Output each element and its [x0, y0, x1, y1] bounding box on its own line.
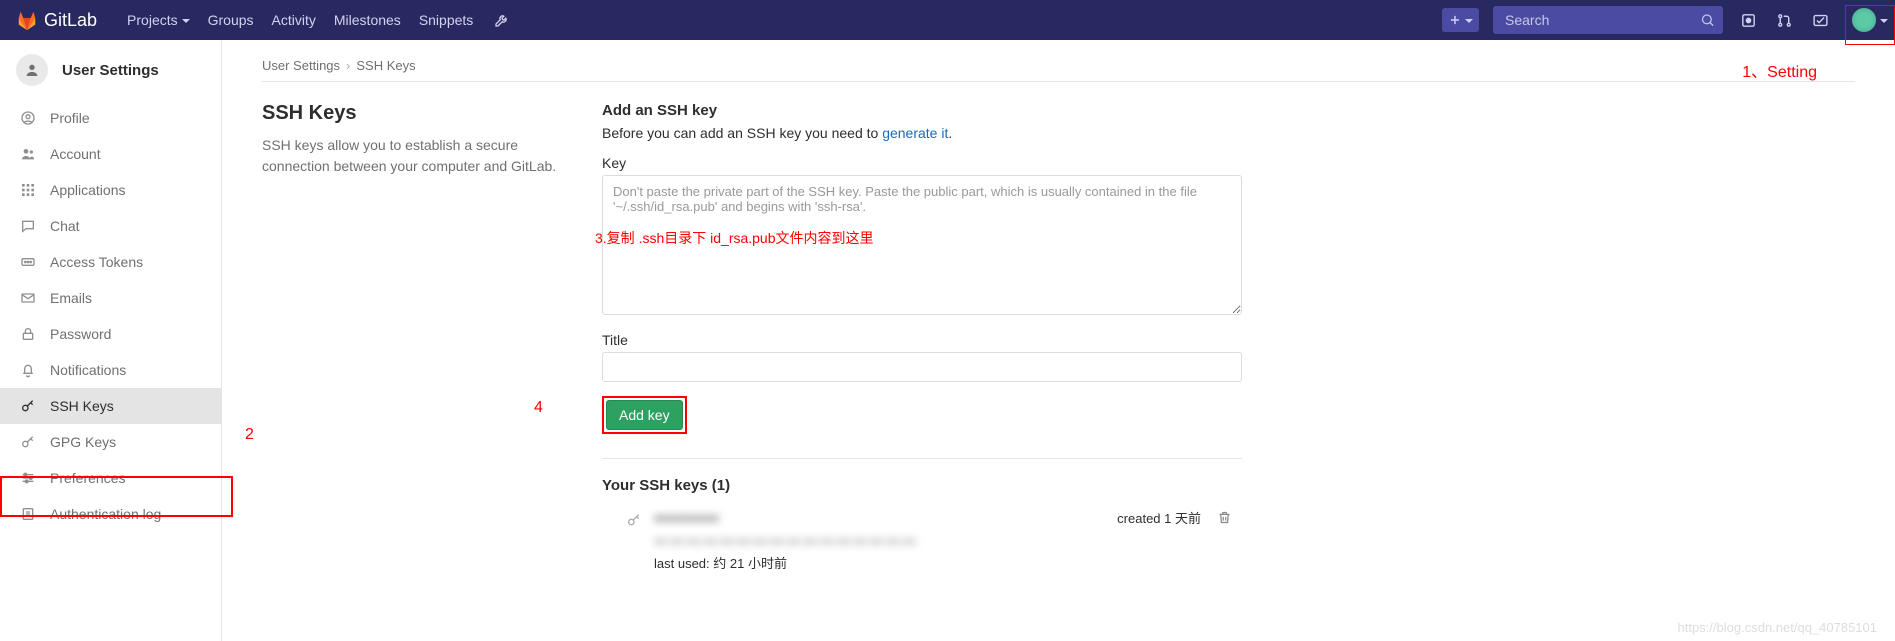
watermark: https://blog.csdn.net/qq_40785101 [1678, 620, 1878, 635]
chat-icon [20, 218, 36, 234]
admin-wrench-icon[interactable] [491, 12, 513, 28]
sidebar-item-gpg-keys[interactable]: GPG Keys [0, 424, 221, 460]
search-icon[interactable] [1700, 13, 1715, 28]
nav-projects[interactable]: Projects [127, 12, 190, 28]
merge-requests-icon[interactable] [1773, 12, 1795, 29]
user-menu[interactable] [1845, 5, 1895, 45]
key-title-blurred: xxxxxxxxx [654, 508, 1105, 528]
title-label: Title [602, 332, 1242, 348]
key-label: Key [602, 155, 1242, 171]
sidebar-item-label: Preferences [50, 470, 125, 486]
sidebar-item-notifications[interactable]: Notifications [0, 352, 221, 388]
sidebar-item-ssh-keys[interactable]: SSH Keys [0, 388, 221, 424]
generate-it-link[interactable]: generate it [882, 125, 948, 141]
chevron-down-icon [182, 12, 190, 28]
sidebar-item-label: Applications [50, 182, 126, 198]
sidebar-item-auth-log[interactable]: Authentication log [0, 496, 221, 532]
your-keys-heading: Your SSH keys (1) [602, 477, 1242, 494]
add-key-button[interactable]: Add key [606, 400, 683, 430]
sidebar-item-label: Profile [50, 110, 90, 126]
brand-logo[interactable]: GitLab [16, 9, 97, 31]
sidebar-item-label: Account [50, 146, 101, 162]
breadcrumb: User Settings › SSH Keys [262, 40, 1855, 81]
token-icon [20, 254, 36, 270]
sliders-icon [20, 470, 36, 486]
sidebar-item-emails[interactable]: Emails [0, 280, 221, 316]
page-description: SSH keys allow you to establish a secure… [262, 135, 582, 177]
breadcrumb-item: SSH Keys [356, 58, 415, 73]
brand-text: GitLab [44, 10, 97, 31]
sidebar-item-label: SSH Keys [50, 398, 114, 414]
search-box [1493, 6, 1723, 34]
key-icon [20, 434, 36, 450]
sidebar-item-account[interactable]: Account [0, 136, 221, 172]
plus-icon [1448, 13, 1462, 27]
annotation-4: 4 [534, 399, 543, 417]
key-created: created 1 天前 [1117, 508, 1201, 527]
chevron-down-icon [1465, 12, 1473, 28]
nav-snippets[interactable]: Snippets [419, 12, 473, 28]
nav-groups[interactable]: Groups [208, 12, 254, 28]
todos-icon[interactable] [1809, 12, 1831, 29]
issues-icon[interactable] [1737, 12, 1759, 29]
key-fingerprint-blurred: xx:xx:xx:xx:xx:xx:xx:xx:xx:xx:xx:xx:xx:x… [654, 531, 1105, 551]
search-input[interactable] [1493, 6, 1723, 34]
annotation-3: 3.复制 .ssh目录下 id_rsa.pub文件内容到这里 [595, 228, 874, 248]
title-input[interactable] [602, 352, 1242, 382]
sidebar-item-applications[interactable]: Applications [0, 172, 221, 208]
trash-icon [1217, 510, 1232, 525]
page-title: SSH Keys [262, 102, 582, 125]
top-navbar: GitLab Projects Groups Activity Mileston… [0, 0, 1895, 40]
sidebar-item-chat[interactable]: Chat [0, 208, 221, 244]
key-icon [626, 512, 642, 528]
user-icon [16, 54, 48, 86]
breadcrumb-item[interactable]: User Settings [262, 58, 340, 73]
sidebar-item-label: GPG Keys [50, 434, 116, 450]
sidebar-item-preferences[interactable]: Preferences [0, 460, 221, 496]
nav-activity[interactable]: Activity [272, 12, 316, 28]
bell-icon [20, 362, 36, 378]
key-icon [20, 398, 36, 414]
new-dropdown[interactable] [1442, 8, 1479, 32]
ssh-key-row: xxxxxxxxx xx:xx:xx:xx:xx:xx:xx:xx:xx:xx:… [602, 504, 1242, 576]
sidebar-title: User Settings [62, 62, 159, 79]
annotation-box-4: Add key [602, 396, 687, 434]
nav-milestones[interactable]: Milestones [334, 12, 401, 28]
key-last-used: last used: 约 21 小时前 [654, 553, 1105, 572]
add-key-hint: Before you can add an SSH key you need t… [602, 125, 1242, 141]
sidebar-item-profile[interactable]: Profile [0, 100, 221, 136]
sidebar-item-label: Emails [50, 290, 92, 306]
email-icon [20, 290, 36, 306]
delete-key-button[interactable] [1217, 510, 1232, 525]
applications-icon [20, 182, 36, 198]
user-avatar-icon [1852, 8, 1876, 32]
log-icon [20, 506, 36, 522]
sidebar-item-label: Access Tokens [50, 254, 143, 270]
sidebar-item-label: Chat [50, 218, 80, 234]
profile-icon [20, 110, 36, 126]
chevron-down-icon [1880, 12, 1888, 28]
main-content: User Settings › SSH Keys SSH Keys SSH ke… [222, 40, 1895, 641]
sidebar-item-access-tokens[interactable]: Access Tokens [0, 244, 221, 280]
chevron-right-icon: › [346, 58, 350, 73]
account-icon [20, 146, 36, 162]
sidebar: User Settings Profile Account Applicatio… [0, 40, 222, 641]
lock-icon [20, 326, 36, 342]
sidebar-item-password[interactable]: Password [0, 316, 221, 352]
gitlab-icon [16, 9, 38, 31]
annotation-2: 2 [245, 426, 254, 444]
sidebar-item-label: Notifications [50, 362, 126, 378]
sidebar-item-label: Authentication log [50, 506, 161, 522]
add-key-heading: Add an SSH key [602, 102, 1242, 119]
sidebar-item-label: Password [50, 326, 111, 342]
